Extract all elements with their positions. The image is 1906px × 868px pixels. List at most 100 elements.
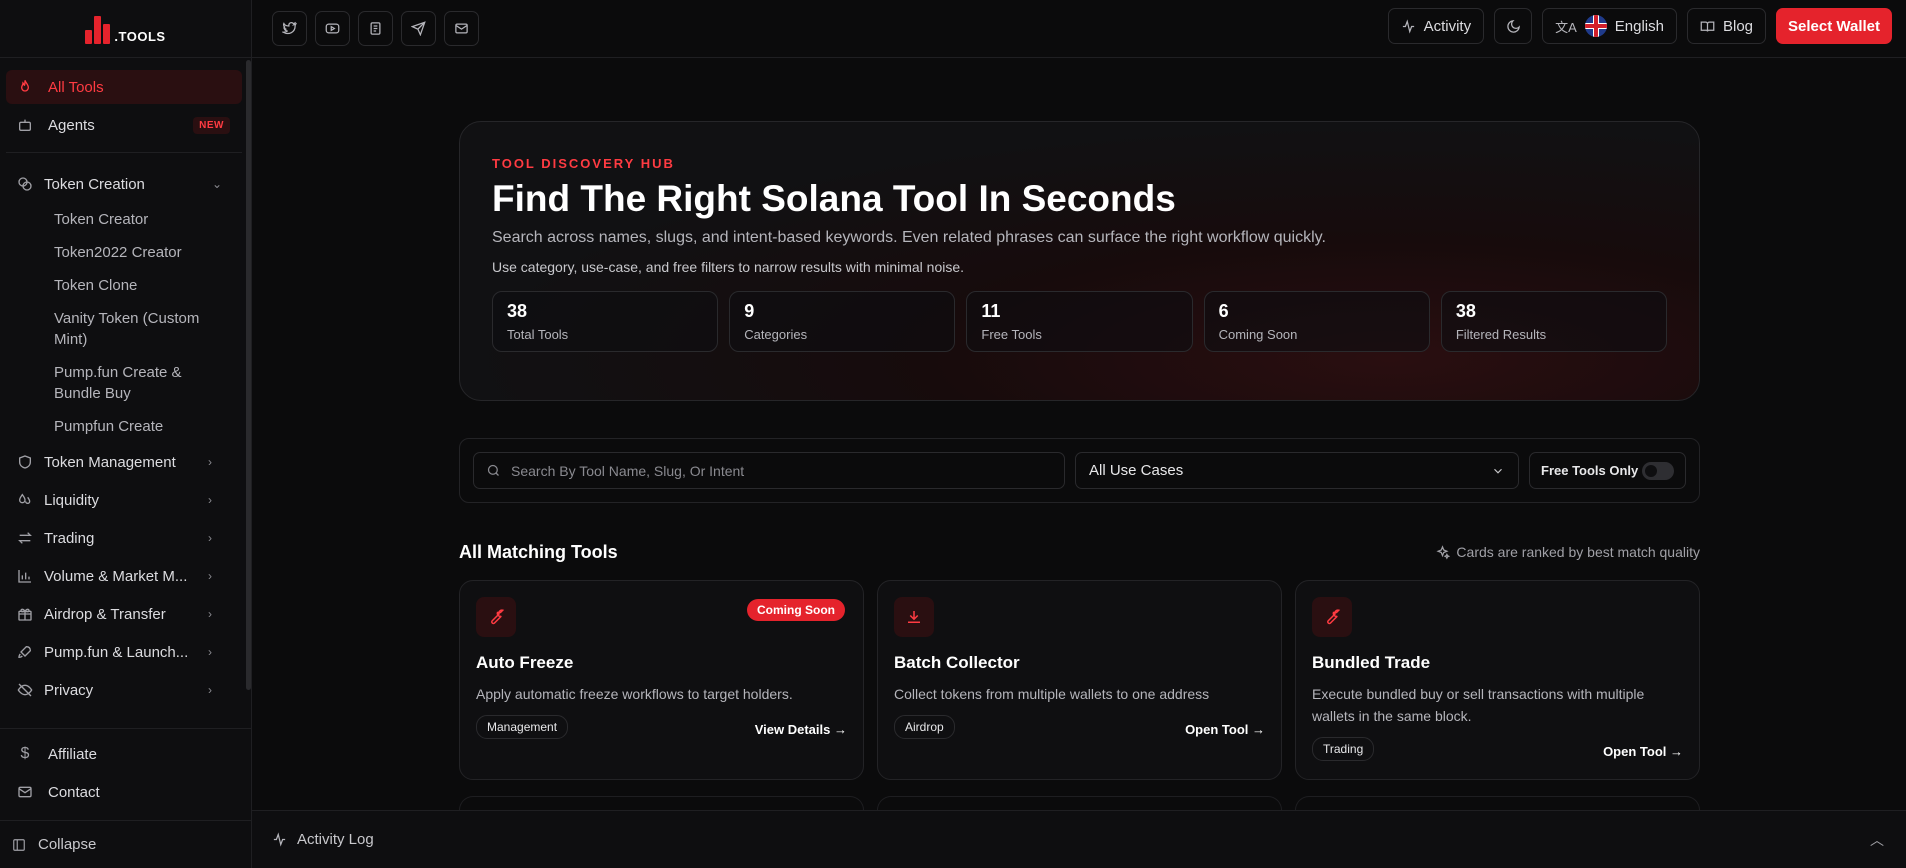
download-icon bbox=[894, 597, 934, 637]
select-wallet-button[interactable]: Select Wallet bbox=[1776, 8, 1892, 44]
telegram-icon[interactable] bbox=[401, 11, 436, 46]
new-badge: NEW bbox=[193, 116, 230, 134]
sidebar-item-all-tools[interactable]: All Tools bbox=[6, 70, 242, 104]
stat-categories: 9 Categories bbox=[729, 291, 956, 352]
main-content: TOOL DISCOVERY HUB Find The Right Solana… bbox=[252, 58, 1906, 810]
sidebar-item-agents[interactable]: Agents NEW bbox=[6, 108, 242, 142]
tool-card-tag: Airdrop bbox=[894, 715, 955, 739]
activity-button[interactable]: Activity bbox=[1387, 8, 1485, 44]
activity-icon bbox=[1401, 18, 1416, 34]
brand-logo[interactable]: .TOOLS bbox=[85, 14, 165, 44]
twitter-icon[interactable] bbox=[272, 11, 307, 46]
collapse-button[interactable]: Collapse bbox=[0, 820, 252, 868]
chevron-right-icon: › bbox=[208, 455, 212, 469]
sidebar-subitem-token-clone[interactable]: Token Clone bbox=[6, 269, 242, 302]
tool-card-description: Collect tokens from multiple wallets to … bbox=[894, 686, 1210, 702]
stat-value: 11 bbox=[981, 301, 1001, 321]
sidebar-subitem-vanity-token[interactable]: Vanity Token (Custom Mint) bbox=[6, 302, 242, 356]
sidebar-group-liquidity[interactable]: Liquidity › bbox=[6, 481, 242, 519]
docs-icon[interactable] bbox=[358, 11, 393, 46]
language-select[interactable]: 文A English bbox=[1542, 8, 1677, 44]
activity-label: Activity bbox=[1423, 17, 1472, 35]
stat-label: Total Tools bbox=[507, 327, 569, 342]
sidebar-subitem-pumpfun-create[interactable]: Pumpfun Create bbox=[6, 410, 242, 443]
search-input[interactable]: Search By Tool Name, Slug, Or Intent bbox=[473, 452, 1065, 489]
sidebar-subitem-token2022-creator[interactable]: Token2022 Creator bbox=[6, 236, 242, 269]
stat-coming-soon: 6 Coming Soon bbox=[1203, 291, 1430, 352]
sidebar-group-privacy[interactable]: Privacy › bbox=[6, 671, 242, 709]
sidebar-group-label: Volume & Market M... bbox=[44, 567, 188, 585]
sidebar-group-volume[interactable]: Volume & Market M... › bbox=[6, 557, 242, 595]
chevron-right-icon: › bbox=[208, 493, 212, 507]
uk-flag-icon bbox=[1584, 15, 1607, 37]
sidebar-group-label: Privacy bbox=[44, 681, 94, 699]
tool-card[interactable]: Coming Soon Auto Freeze Apply automatic … bbox=[459, 580, 864, 780]
sidebar-group-token-creation[interactable]: Token Creation ⌄ bbox=[6, 165, 242, 203]
tool-card-tag: Trading bbox=[1312, 737, 1375, 761]
sidebar-item-label: Contact bbox=[48, 783, 100, 801]
sidebar-item-label: Affiliate bbox=[48, 745, 97, 763]
filter-bar: Search By Tool Name, Slug, Or Intent All… bbox=[459, 438, 1700, 503]
logo-bars-icon bbox=[85, 14, 111, 44]
sidebar-subitem-pumpfun-bundle[interactable]: Pump.fun Create & Bundle Buy bbox=[6, 356, 242, 410]
sidebar-subitem-token-creator[interactable]: Token Creator bbox=[6, 203, 242, 236]
tool-card-partial[interactable] bbox=[459, 796, 864, 810]
chevron-right-icon: › bbox=[208, 645, 212, 659]
hero-description: Search across names, slugs, and intent-b… bbox=[492, 229, 1326, 246]
tool-card[interactable]: Batch Collector Collect tokens from mult… bbox=[877, 580, 1282, 780]
results-hint: Cards are ranked by best match quality bbox=[1435, 544, 1700, 560]
stat-value: 38 bbox=[507, 301, 528, 321]
tool-card-description: Execute bundled buy or sell transactions… bbox=[1312, 686, 1645, 724]
use-case-select[interactable]: All Use Cases bbox=[1075, 452, 1519, 489]
blog-button[interactable]: Blog bbox=[1686, 8, 1767, 44]
blog-label: Blog bbox=[1722, 17, 1754, 35]
free-tools-toggle[interactable]: Free Tools Only bbox=[1529, 452, 1686, 489]
view-details-link[interactable]: View Details → bbox=[755, 722, 847, 737]
theme-toggle-button[interactable] bbox=[1494, 8, 1533, 44]
sidebar-item-label: Agents bbox=[48, 116, 95, 134]
wrench-icon bbox=[476, 597, 516, 637]
tool-card-partial[interactable] bbox=[877, 796, 1282, 810]
link-label: Open Tool bbox=[1603, 744, 1667, 759]
sidebar-item-affiliate[interactable]: $ Affiliate bbox=[6, 737, 246, 771]
translate-icon: 文A bbox=[1555, 19, 1577, 35]
arrow-right-icon: → bbox=[1252, 722, 1265, 737]
sidebar-divider bbox=[6, 152, 242, 153]
chevron-up-icon[interactable]: ︿ bbox=[1870, 830, 1884, 850]
sidebar-group-label: Airdrop & Transfer bbox=[44, 605, 166, 623]
sidebar-item-contact[interactable]: Contact bbox=[6, 775, 246, 809]
sidebar-group-airdrop[interactable]: Airdrop & Transfer › bbox=[6, 595, 242, 633]
rocket-icon bbox=[16, 643, 34, 661]
stat-label: Categories bbox=[744, 327, 808, 342]
search-icon bbox=[486, 463, 501, 478]
tool-card-partial[interactable] bbox=[1295, 796, 1700, 810]
sidebar-group-trading[interactable]: Trading › bbox=[6, 519, 242, 557]
activity-log-bar[interactable]: Activity Log ︿ bbox=[252, 810, 1906, 868]
language-label: English bbox=[1614, 17, 1664, 35]
shield-icon bbox=[16, 453, 34, 471]
sidebar-item-label: All Tools bbox=[48, 78, 104, 96]
mail-icon bbox=[16, 783, 34, 801]
open-tool-link[interactable]: Open Tool → bbox=[1603, 744, 1683, 759]
tool-card[interactable]: Bundled Trade Execute bundled buy or sel… bbox=[1295, 580, 1700, 780]
stat-value: 9 bbox=[744, 301, 755, 321]
tool-card-title: Bundled Trade bbox=[1312, 653, 1431, 672]
sidebar-scrollbar[interactable] bbox=[246, 60, 251, 690]
coins-icon bbox=[16, 175, 34, 193]
hero-panel: TOOL DISCOVERY HUB Find The Right Solana… bbox=[459, 121, 1700, 401]
open-tool-link[interactable]: Open Tool → bbox=[1185, 722, 1265, 737]
activity-icon bbox=[272, 832, 287, 847]
stat-free-tools: 11 Free Tools bbox=[966, 291, 1193, 352]
hero-eyebrow: TOOL DISCOVERY HUB bbox=[492, 156, 675, 171]
chevron-right-icon: › bbox=[208, 607, 212, 621]
sidebar-group-token-management[interactable]: Token Management › bbox=[6, 443, 242, 481]
activity-log-label: Activity Log bbox=[297, 831, 374, 848]
mail-icon[interactable] bbox=[444, 11, 479, 46]
chevron-right-icon: › bbox=[208, 683, 212, 697]
arrows-left-right-icon bbox=[16, 529, 34, 547]
youtube-icon[interactable] bbox=[315, 11, 350, 46]
stat-label: Coming Soon bbox=[1218, 327, 1298, 342]
toggle-switch[interactable] bbox=[1642, 461, 1674, 480]
sidebar-group-launch[interactable]: Pump.fun & Launch... › bbox=[6, 633, 242, 671]
sidebar-group-label: Pump.fun & Launch... bbox=[44, 643, 189, 661]
